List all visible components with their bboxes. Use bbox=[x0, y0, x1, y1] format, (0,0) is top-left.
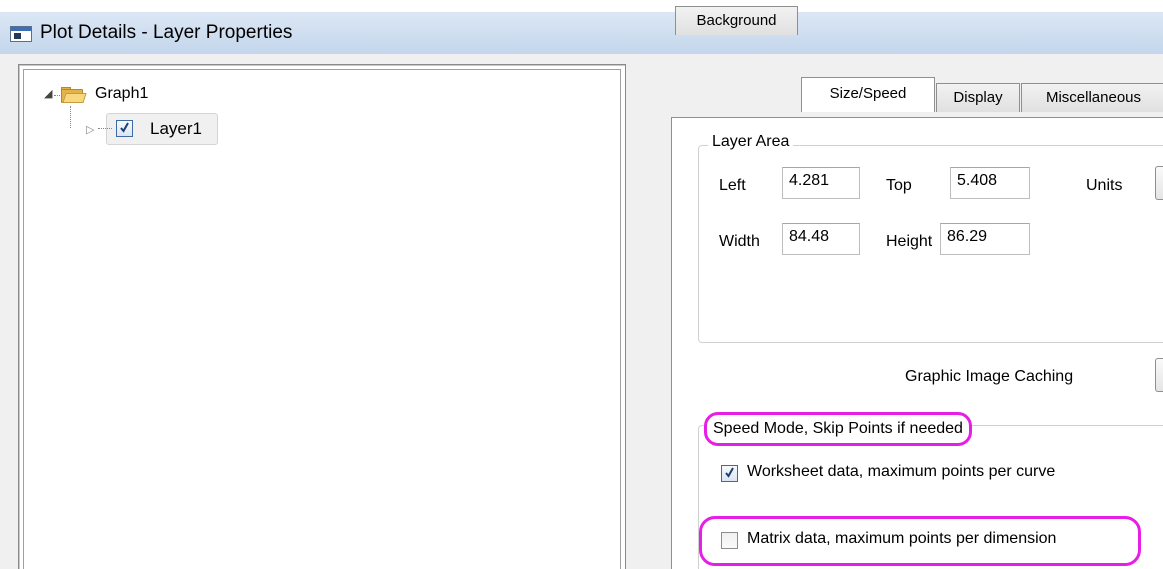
folder-open-icon bbox=[61, 87, 87, 103]
expand-arrow-icon[interactable]: ▷ bbox=[86, 124, 94, 136]
top-input[interactable]: 5.408 bbox=[950, 167, 1030, 199]
checkmark-icon bbox=[120, 122, 129, 133]
window-icon bbox=[10, 26, 32, 42]
layer-area-title: Layer Area bbox=[708, 133, 794, 151]
tree-connector bbox=[70, 106, 71, 128]
tree-item-layer1-label: Layer1 bbox=[150, 119, 202, 138]
left-input[interactable]: 4.281 bbox=[782, 167, 860, 199]
window-title: Plot Details - Layer Properties bbox=[40, 22, 293, 43]
tree-item-graph1[interactable]: Graph1 bbox=[95, 85, 148, 103]
title-bar: Plot Details - Layer Properties bbox=[0, 0, 1163, 54]
layer1-checkbox[interactable] bbox=[116, 120, 133, 137]
matrix-data-label: Matrix data, maximum points per dimensio… bbox=[747, 530, 1057, 547]
graphic-image-caching-dropdown[interactable] bbox=[1155, 358, 1163, 392]
tree-connector bbox=[98, 128, 112, 129]
tab-display[interactable]: Display bbox=[936, 83, 1020, 112]
tab-size-speed[interactable]: Size/Speed bbox=[801, 77, 935, 112]
speed-mode-title: Speed Mode, Skip Points if needed bbox=[704, 412, 972, 446]
units-label: Units bbox=[1086, 177, 1123, 194]
tab-miscellaneous[interactable]: Miscellaneous bbox=[1021, 83, 1163, 112]
width-label: Width bbox=[719, 233, 760, 250]
worksheet-data-checkbox[interactable] bbox=[721, 465, 738, 482]
height-label: Height bbox=[886, 233, 933, 250]
graphic-image-caching-label: Graphic Image Caching bbox=[905, 368, 1074, 385]
width-input[interactable]: 84.48 bbox=[782, 223, 860, 255]
height-input[interactable]: 86.29 bbox=[940, 223, 1030, 255]
units-dropdown[interactable] bbox=[1155, 166, 1163, 200]
worksheet-data-label: Worksheet data, maximum points per curve bbox=[747, 463, 1056, 480]
top-label: Top bbox=[886, 177, 912, 194]
collapse-arrow-icon[interactable]: ◢ bbox=[44, 88, 52, 100]
left-label: Left bbox=[719, 177, 746, 194]
checkmark-icon bbox=[725, 467, 734, 478]
matrix-data-checkbox[interactable] bbox=[721, 532, 738, 549]
tab-background[interactable]: Background bbox=[675, 6, 798, 35]
